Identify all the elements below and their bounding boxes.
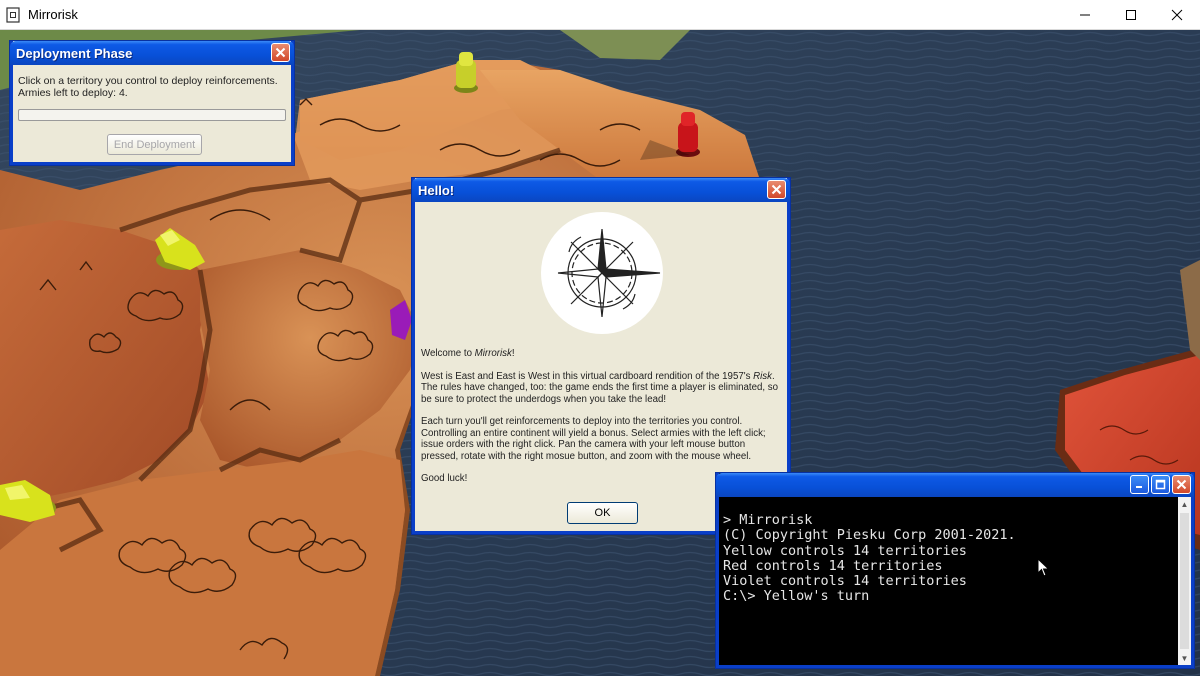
console-window: > Mirrorisk (C) Copyright Piesku Corp 200… [716, 473, 1194, 668]
welcome-suffix: ! [511, 348, 515, 359]
close-icon [771, 184, 782, 195]
rules-text-a: West is East and East is West in this vi… [421, 370, 754, 382]
ok-button[interactable]: OK [567, 502, 638, 524]
hello-close-button[interactable] [767, 180, 786, 199]
app-titlebar: Mirrorisk [0, 0, 1200, 30]
rules-paragraph: West is East and East is West in this vi… [421, 371, 779, 406]
compass-rose-icon [541, 212, 663, 334]
maximize-icon [1155, 479, 1166, 490]
console-line: (C) Copyright Piesku Corp 2001-2021. [723, 527, 1016, 544]
close-icon [1176, 479, 1187, 490]
welcome-prefix: Welcome to [421, 348, 475, 359]
window-controls [1062, 0, 1200, 29]
deployment-title: Deployment Phase [16, 45, 133, 61]
close-icon [1171, 9, 1183, 20]
console-window-controls [1130, 475, 1191, 494]
scroll-down-icon[interactable]: ▼ [1178, 651, 1191, 665]
deployment-instruction: Click on a territory you control to depl… [18, 75, 278, 87]
console-line: Violet controls 14 territories [723, 573, 967, 590]
console-scroll-thumb[interactable] [1180, 513, 1189, 649]
console-output: > Mirrorisk (C) Copyright Piesku Corp 200… [723, 512, 1016, 605]
close-icon [275, 47, 286, 58]
deployment-titlebar[interactable]: Deployment Phase [10, 41, 294, 65]
hello-titlebar[interactable]: Hello! [412, 178, 790, 202]
welcome-line: Welcome to Mirrorisk! [421, 348, 779, 360]
console-line: Yellow controls 14 territories [723, 542, 967, 559]
minimize-button[interactable] [1062, 0, 1108, 29]
console-line: Red controls 14 territories [723, 557, 943, 574]
welcome-name: Mirrorisk [474, 348, 512, 359]
deployment-phase-window: Deployment Phase Click on a territory yo… [10, 41, 294, 165]
console-maximize-button[interactable] [1151, 475, 1170, 494]
console-scrollbar[interactable]: ▲ ▼ [1178, 497, 1191, 665]
close-button[interactable] [1154, 0, 1200, 29]
deployment-close-button[interactable] [271, 43, 290, 62]
console-titlebar[interactable] [716, 473, 1194, 497]
minimize-icon [1136, 486, 1142, 488]
end-deployment-button[interactable]: End Deployment [107, 134, 202, 155]
mouse-cursor-icon [1037, 558, 1050, 577]
console-line: C:\> Yellow's turn [723, 588, 870, 605]
console-close-button[interactable] [1172, 475, 1191, 494]
rules-risk-title: Risk [753, 370, 772, 382]
console-minimize-button[interactable] [1130, 475, 1149, 494]
deployment-message: Click on a territory you control to depl… [18, 75, 278, 99]
maximize-button[interactable] [1108, 0, 1154, 29]
hello-title: Hello! [418, 182, 455, 198]
deployment-progress-bar [18, 109, 286, 121]
app-title: Mirrorisk [28, 7, 78, 22]
maximize-icon [1126, 9, 1136, 20]
minimize-icon [1080, 14, 1090, 15]
app-icon [6, 6, 20, 23]
scroll-up-icon[interactable]: ▲ [1178, 497, 1191, 511]
console-line: > Mirrorisk [723, 512, 813, 528]
deployment-body: Click on a territory you control to depl… [13, 65, 291, 162]
controls-paragraph: Each turn you'll get reinforcements to d… [421, 416, 766, 462]
armies-left-text: Armies left to deploy: 4. [18, 87, 128, 99]
